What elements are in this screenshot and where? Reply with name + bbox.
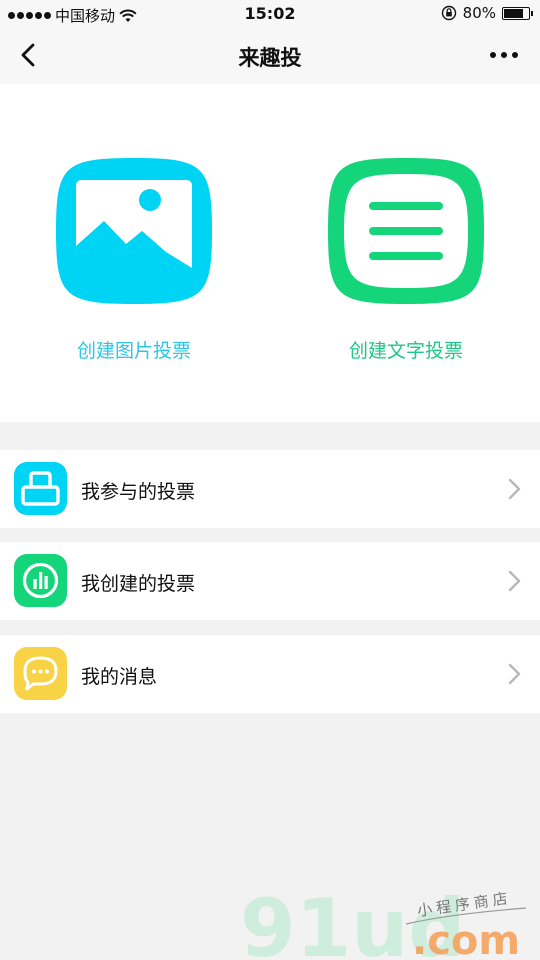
nav-bar: 来趣投 — [0, 28, 540, 84]
status-bar: 中国移动 15:02 80% — [0, 0, 540, 28]
battery-icon — [502, 6, 533, 20]
menu-item-label: 我参与的投票 — [81, 481, 196, 503]
menu-item-messages[interactable]: 我的消息 — [0, 635, 540, 713]
orientation-lock-icon — [441, 5, 456, 21]
create-text-vote-label: 创建文字投票 — [348, 340, 463, 362]
create-vote-panel: 创建图片投票 创建文字投票 — [0, 84, 540, 422]
battery-percent: 80% — [462, 4, 496, 22]
create-image-vote-button[interactable]: 创建图片投票 — [34, 156, 234, 363]
chevron-right-icon — [508, 570, 521, 592]
chevron-right-icon — [508, 478, 521, 500]
status-right: 80% — [441, 4, 533, 22]
ballot-box-icon — [14, 462, 67, 515]
image-icon — [54, 156, 214, 306]
menu-item-label: 我的消息 — [81, 666, 158, 688]
menu-item-joined-votes[interactable]: 我参与的投票 — [0, 450, 540, 528]
watermark-logo: 91ud .com 小程序商店 — [240, 882, 527, 960]
menu-item-label: 我创建的投票 — [81, 573, 196, 595]
bar-chart-icon — [14, 554, 67, 607]
more-dots-icon[interactable] — [490, 52, 518, 58]
create-image-vote-label: 创建图片投票 — [76, 340, 191, 362]
create-text-vote-button[interactable]: 创建文字投票 — [306, 156, 506, 363]
menu-lines-icon — [326, 156, 486, 306]
chat-bubble-icon — [14, 647, 67, 700]
menu-item-created-votes[interactable]: 我创建的投票 — [0, 542, 540, 620]
svg-text:.com: .com — [412, 918, 520, 960]
chevron-right-icon — [508, 663, 521, 685]
page-title: 来趣投 — [238, 46, 302, 70]
